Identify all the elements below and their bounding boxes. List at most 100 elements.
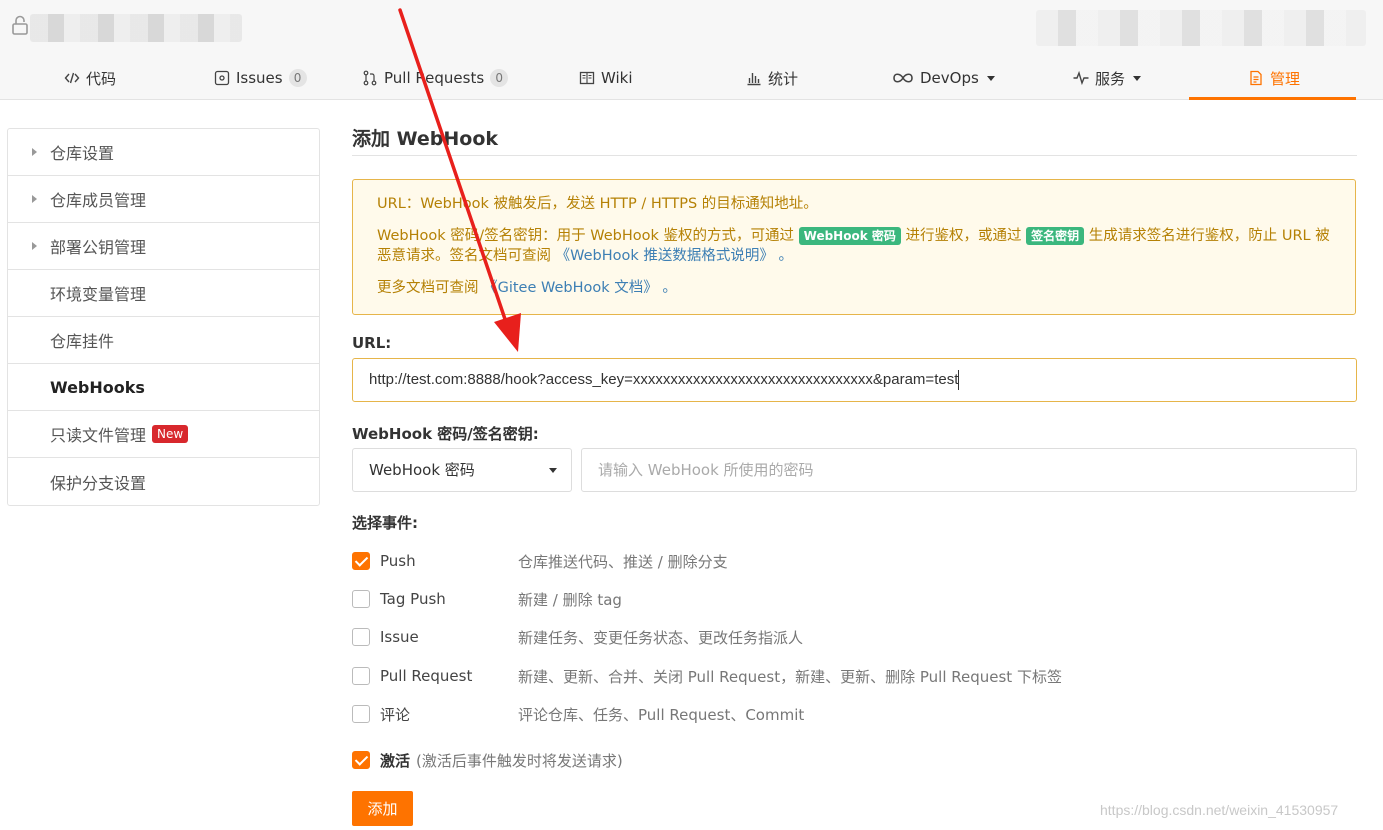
- blurred-repo-name: [30, 14, 242, 42]
- activate-hint: (激活后事件触发时将发送请求): [416, 751, 623, 770]
- add-webhook-button[interactable]: 添加: [352, 791, 413, 826]
- chevron-down-icon: [986, 75, 995, 81]
- sidebar-item-webhooks[interactable]: WebHooks: [8, 364, 319, 411]
- secret-type-value: WebHook 密码: [369, 461, 475, 479]
- tab-manage-label: 管理: [1270, 69, 1301, 88]
- sidebar-item-widgets[interactable]: 仓库挂件: [8, 317, 319, 364]
- tab-services-label: 服务: [1095, 69, 1126, 88]
- sidebar-item-label: 保护分支设置: [50, 473, 147, 493]
- webhook-password-tag: WebHook 密码: [798, 227, 901, 245]
- tab-pull-requests[interactable]: Pull Requests 0: [362, 56, 509, 100]
- event-row-tag-push: Tag Push 新建 / 删除 tag: [352, 589, 622, 609]
- sidebar-item-readonly-files[interactable]: 只读文件管理 New: [8, 411, 319, 458]
- manage-icon: [1250, 70, 1262, 86]
- notice-period: 。: [662, 280, 677, 296]
- tab-pull-requests-label: Pull Requests: [384, 69, 485, 87]
- signature-key-tag: 签名密钥: [1026, 227, 1085, 245]
- tab-code[interactable]: 代码: [64, 56, 116, 100]
- event-name: 评论: [380, 705, 411, 724]
- infinity-icon: [893, 73, 913, 83]
- event-name: Pull Request: [380, 667, 473, 685]
- sidebar-item-protected-branches[interactable]: 保护分支设置: [8, 458, 319, 505]
- chart-icon: [747, 73, 761, 86]
- event-checkbox-push[interactable]: [352, 552, 370, 570]
- notice-text: 更多文档可查阅: [377, 280, 479, 296]
- info-notice: URL：WebHook 被触发后，发送 HTTP / HTTPS 的目标通知地址…: [352, 179, 1356, 315]
- lock-icon: [12, 15, 28, 35]
- event-row-push: Push 仓库推送代码、推送 / 删除分支: [352, 551, 728, 571]
- tab-stats-label: 统计: [768, 69, 799, 88]
- activate-text: 激活: [380, 751, 411, 770]
- notice-text: WebHook 密码/签名密钥：用于 WebHook 鉴权的方式，可通过: [377, 228, 795, 244]
- sidebar-item-label: 只读文件管理: [50, 426, 147, 445]
- tab-wiki-label: Wiki: [601, 69, 633, 87]
- watermark: https://blog.csdn.net/weixin_41530957: [1100, 802, 1339, 818]
- tab-issues-label: Issues: [236, 69, 283, 87]
- chevron-down-icon: [1133, 75, 1142, 81]
- url-input[interactable]: http://test.com:8888/hook?access_key=xxx…: [352, 358, 1357, 402]
- event-name: Issue: [380, 628, 419, 646]
- sidebar-item-label: 仓库成员管理: [50, 191, 147, 210]
- activate-label: 激活 (激活后事件触发时将发送请求): [380, 750, 623, 771]
- tab-services[interactable]: 服务: [1073, 56, 1142, 100]
- event-row-issue: Issue 新建任务、变更任务状态、更改任务指派人: [352, 627, 803, 647]
- secret-placeholder: 请输入 WebHook 所使用的密码: [598, 461, 814, 479]
- tab-manage[interactable]: 管理: [1248, 56, 1300, 100]
- tab-code-label: 代码: [86, 69, 117, 88]
- notice-secret-line: WebHook 密码/签名密钥：用于 WebHook 鉴权的方式，可通过 Web…: [377, 226, 1331, 266]
- event-checkbox-tag-push[interactable]: [352, 590, 370, 608]
- sidebar-item-label: 环境变量管理: [50, 285, 147, 304]
- event-name: Push: [380, 552, 416, 570]
- tab-wiki[interactable]: Wiki: [579, 56, 633, 100]
- notice-url-line: URL：WebHook 被触发后，发送 HTTP / HTTPS 的目标通知地址…: [377, 196, 818, 212]
- active-tab-indicator: [1189, 97, 1356, 100]
- sidebar-item-repo-settings[interactable]: 仓库设置: [8, 129, 319, 176]
- sidebar-item-label: 仓库挂件: [50, 332, 115, 351]
- event-desc: 新建 / 删除 tag: [518, 590, 622, 609]
- sidebar-item-members[interactable]: 仓库成员管理: [8, 176, 319, 223]
- sidebar-item-env-vars[interactable]: 环境变量管理: [8, 270, 319, 317]
- activate-checkbox[interactable]: [352, 751, 370, 769]
- event-row-pull-request: Pull Request 新建、更新、合并、关闭 Pull Request，新建…: [352, 666, 1062, 686]
- chevron-down-icon: [549, 468, 557, 473]
- sidebar-item-deploy-keys[interactable]: 部署公钥管理: [8, 223, 319, 270]
- repo-header: 代码 Issues 0 Pull Requests 0 Wiki 统计 DevO…: [0, 0, 1383, 100]
- code-icon: [64, 72, 80, 84]
- issues-icon: [214, 70, 230, 86]
- event-desc: 评论仓库、任务、Pull Request、Commit: [518, 705, 805, 724]
- event-checkbox-issue[interactable]: [352, 628, 370, 646]
- event-row-comment: 评论 评论仓库、任务、Pull Request、Commit: [352, 704, 804, 724]
- pulse-icon: [1073, 70, 1089, 86]
- url-value: http://test.com:8888/hook?access_key=xxx…: [369, 371, 959, 388]
- event-name: Tag Push: [380, 590, 446, 608]
- new-badge: New: [152, 425, 189, 443]
- settings-sidebar: 仓库设置 仓库成员管理 部署公钥管理 环境变量管理 仓库挂件 WebHooks …: [7, 128, 320, 506]
- secret-label: WebHook 密码/签名密钥:: [352, 425, 539, 443]
- pull-request-icon: [363, 70, 377, 86]
- tab-issues[interactable]: Issues 0: [214, 56, 307, 100]
- event-checkbox-comment[interactable]: [352, 705, 370, 723]
- page-title: 添加 WebHook: [352, 120, 1357, 156]
- issues-count-badge: 0: [288, 69, 307, 87]
- tab-devops[interactable]: DevOps: [892, 56, 995, 100]
- event-checkbox-pull-request[interactable]: [352, 667, 370, 685]
- notice-docs-line: 更多文档可查阅 《Gitee WebHook 文档》 。: [377, 278, 1331, 298]
- secret-type-select[interactable]: WebHook 密码: [352, 448, 572, 492]
- activate-row: 激活 (激活后事件触发时将发送请求): [352, 750, 623, 770]
- url-label: URL:: [352, 334, 392, 352]
- pull-requests-count-badge: 0: [490, 69, 509, 87]
- webhook-form: 添加 WebHook URL：WebHook 被触发后，发送 HTTP / HT…: [352, 120, 1357, 826]
- event-desc: 新建、更新、合并、关闭 Pull Request，新建、更新、删除 Pull R…: [518, 667, 1062, 686]
- tab-stats[interactable]: 统计: [746, 56, 798, 100]
- event-desc: 仓库推送代码、推送 / 删除分支: [518, 552, 728, 571]
- events-label: 选择事件:: [352, 514, 418, 532]
- notice-period: 。: [778, 248, 793, 264]
- gitee-webhook-doc-link[interactable]: 《Gitee WebHook 文档》: [483, 280, 658, 296]
- sidebar-item-label: 部署公钥管理: [50, 238, 147, 257]
- repo-nav: 代码 Issues 0 Pull Requests 0 Wiki 统计 DevO…: [0, 56, 1383, 100]
- text-cursor: [958, 370, 960, 391]
- blurred-repo-actions: [1036, 10, 1366, 46]
- secret-input[interactable]: 请输入 WebHook 所使用的密码: [581, 448, 1357, 492]
- push-format-doc-link[interactable]: 《WebHook 推送数据格式说明》: [556, 248, 774, 264]
- notice-text: 进行鉴权，或通过: [905, 228, 1022, 244]
